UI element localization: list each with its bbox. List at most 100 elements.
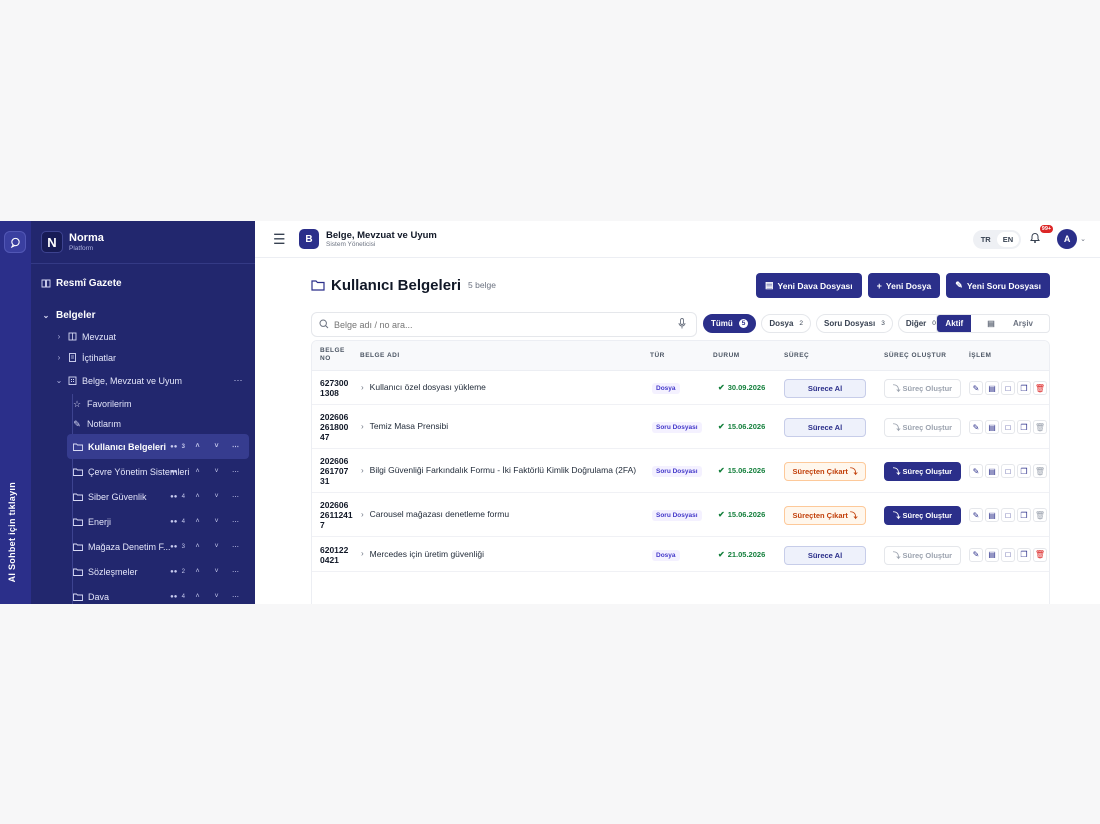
archive-icon[interactable]: ▤ xyxy=(985,508,999,522)
avatar[interactable]: A xyxy=(1057,229,1078,249)
table-row[interactable]: 202606 261707 31 › Bilgi Güvenliği Farkındal… xyxy=(312,449,1049,493)
chevron-up-icon[interactable]: ˄ xyxy=(188,443,207,450)
chevron-up-icon[interactable]: ˄ xyxy=(188,568,207,575)
document-name-link[interactable]: › Mercedes için üretim güvenliği xyxy=(361,549,484,559)
chevron-down-icon[interactable]: ˅ xyxy=(207,543,226,550)
more-icon[interactable]: ⋯ xyxy=(226,593,245,601)
table-row[interactable]: 202606 2611241 7 › Carousel mağazası denetle… xyxy=(312,493,1049,537)
trash-icon[interactable]: 🗑 xyxy=(1033,420,1047,434)
search-input[interactable] xyxy=(334,319,634,330)
create-process-button[interactable]: ⤵ Süreç Oluştur xyxy=(884,506,961,525)
new-case-file-button[interactable]: ▤ Yeni Dava Dosyası xyxy=(756,273,862,298)
chevron-down-icon[interactable]: ⌄ xyxy=(1080,235,1086,243)
more-icon[interactable]: ⋯ xyxy=(234,375,244,386)
process-button[interactable]: Süreçten Çıkart ⤵ xyxy=(784,506,866,525)
document-name-link[interactable]: › Bilgi Güvenliği Farkındalık Formu - İki… xyxy=(361,465,636,475)
active-tab[interactable]: Aktif xyxy=(937,315,972,332)
more-icon[interactable]: ⋯ xyxy=(226,568,245,576)
more-icon[interactable]: ⋯ xyxy=(226,493,245,501)
sidebar-item-mevzuat[interactable]: › Mevzuat xyxy=(53,326,255,347)
chat-icon[interactable] xyxy=(4,231,26,253)
more-icon[interactable]: ⋯ xyxy=(226,468,245,476)
create-process-button[interactable]: ⤵ Süreç Oluştur xyxy=(884,379,961,398)
folder-icon[interactable]: □ xyxy=(1001,508,1015,522)
copy-icon[interactable]: ❐ xyxy=(1017,464,1031,478)
process-button[interactable]: Sürece Al xyxy=(784,379,866,398)
lang-tr-button[interactable]: TR xyxy=(975,232,997,247)
more-icon[interactable]: ⋯ xyxy=(226,443,245,451)
folder-item[interactable]: Sözleşmeler ●● 2 ˄ ˅ ⋯ xyxy=(67,559,249,584)
trash-icon[interactable]: 🗑 xyxy=(1033,547,1047,562)
archive-icon[interactable]: ▤ xyxy=(985,420,999,434)
folder-icon[interactable]: □ xyxy=(1001,464,1015,478)
edit-icon[interactable]: ✎ xyxy=(969,508,983,522)
chevron-up-icon[interactable]: ˄ xyxy=(188,543,207,550)
col-surec-olustur[interactable]: SÜREÇ OLUŞTUR xyxy=(884,352,946,359)
folder-item[interactable]: Mağaza Denetim F... ●● 3 ˄ ˅ ⋯ xyxy=(67,534,249,559)
folder-item[interactable]: Kullanıcı Belgeleri ●● 3 ˄ ˅ ⋯ xyxy=(67,434,249,459)
microphone-icon[interactable] xyxy=(678,317,686,332)
document-name-link[interactable]: › Carousel mağazası denetleme formu xyxy=(361,509,509,519)
ai-chat-rail[interactable]: AI Sohbet için tıklayın xyxy=(0,221,31,604)
table-row[interactable]: 620122 0421 › Mercedes için üretim güvenliğ… xyxy=(312,537,1049,572)
trash-icon[interactable]: 🗑 xyxy=(1033,381,1047,395)
table-row[interactable]: 202606 261800 47 › Temiz Masa Prensibi Soru D… xyxy=(312,405,1049,449)
leaf-notlarim[interactable]: ✎ Notlarım xyxy=(71,414,255,434)
col-belge-no[interactable]: BELGE NO xyxy=(320,347,350,363)
create-process-button[interactable]: ⤵ Süreç Oluştur xyxy=(884,418,961,437)
folder-icon[interactable]: □ xyxy=(1001,381,1015,395)
edit-icon[interactable]: ✎ xyxy=(969,547,983,562)
new-question-file-button[interactable]: ✎ Yeni Soru Dosyası xyxy=(946,273,1050,298)
chevron-up-icon[interactable]: ˄ xyxy=(188,468,207,475)
sidebar-item-belge-mevzuat-uyum[interactable]: ⌄ Belge, Mevzuat ve Uyum ⋯ xyxy=(53,370,255,391)
document-name-link[interactable]: › Temiz Masa Prensibi xyxy=(361,421,448,431)
document-name-link[interactable]: › Kullanıcı özel dosyası yükleme xyxy=(361,382,486,392)
process-button[interactable]: Sürece Al xyxy=(784,545,866,565)
col-tur[interactable]: TÜR xyxy=(650,352,665,359)
search-box[interactable] xyxy=(311,312,697,337)
ai-chat-label[interactable]: AI Sohbet için tıklayın xyxy=(7,482,17,582)
process-button[interactable]: Süreçten Çıkart ⤵ xyxy=(784,462,866,481)
archive-tab[interactable]: ▤ Arşiv xyxy=(971,315,1049,332)
trash-icon[interactable]: 🗑 xyxy=(1033,464,1047,478)
edit-icon[interactable]: ✎ xyxy=(969,464,983,478)
archive-icon[interactable]: ▤ xyxy=(985,464,999,478)
copy-icon[interactable]: ❐ xyxy=(1017,381,1031,395)
more-icon[interactable]: ⋯ xyxy=(226,543,245,551)
chip-soru-dosyasi[interactable]: Soru Dosyası 3 xyxy=(816,314,893,333)
chevron-down-icon[interactable]: ˅ xyxy=(207,493,226,500)
archive-icon[interactable]: ▤ xyxy=(985,381,999,395)
lang-en-button[interactable]: EN xyxy=(996,231,1020,247)
copy-icon[interactable]: ❐ xyxy=(1017,547,1031,562)
chevron-up-icon[interactable]: ˄ xyxy=(188,493,207,500)
more-icon[interactable]: ⋯ xyxy=(226,518,245,526)
trash-icon[interactable]: 🗑 xyxy=(1033,508,1047,522)
col-durum[interactable]: DURUM xyxy=(713,352,740,359)
folder-item[interactable]: Dava ●● 4 ˄ ˅ ⋯ xyxy=(67,584,249,604)
copy-icon[interactable]: ❐ xyxy=(1017,508,1031,522)
folder-item[interactable]: Siber Güvenlik ●● 4 ˄ ˅ ⋯ xyxy=(67,484,249,509)
edit-icon[interactable]: ✎ xyxy=(969,420,983,434)
chevron-down-icon[interactable]: ˅ xyxy=(207,518,226,525)
folder-item[interactable]: Enerji ●● 4 ˄ ˅ ⋯ xyxy=(67,509,249,534)
chevron-down-icon[interactable]: ˅ xyxy=(207,593,226,600)
chevron-up-icon[interactable]: ˄ xyxy=(188,518,207,525)
edit-icon[interactable]: ✎ xyxy=(969,381,983,395)
table-row[interactable]: 627300 1308 › Kullanıcı özel dosyası yüklem… xyxy=(312,371,1049,405)
chevron-down-icon[interactable]: ˅ xyxy=(207,568,226,575)
bell-icon[interactable]: 99+ xyxy=(1029,225,1054,247)
new-file-button[interactable]: + Yeni Dosya xyxy=(867,273,941,298)
create-process-button[interactable]: ⤵ Süreç Oluştur xyxy=(884,545,961,565)
process-button[interactable]: Sürece Al xyxy=(784,418,866,437)
nav-resmi-gazete[interactable]: Resmî Gazete xyxy=(31,272,255,294)
chevron-down-icon[interactable]: ˅ xyxy=(207,443,226,450)
sidebar-item-ictihatlar[interactable]: › İçtihatlar xyxy=(53,347,255,368)
copy-icon[interactable]: ❐ xyxy=(1017,420,1031,434)
chip-all[interactable]: Tümü 5 xyxy=(703,314,757,333)
col-islem[interactable]: İŞLEM xyxy=(969,352,991,359)
menu-icon[interactable]: ☰ xyxy=(273,231,287,248)
folder-icon[interactable]: □ xyxy=(1001,420,1015,434)
chip-dosya[interactable]: Dosya 2 xyxy=(761,314,812,333)
col-surec[interactable]: SÜREÇ xyxy=(784,352,809,359)
nav-belgeler[interactable]: ⌄ Belgeler xyxy=(31,304,255,326)
